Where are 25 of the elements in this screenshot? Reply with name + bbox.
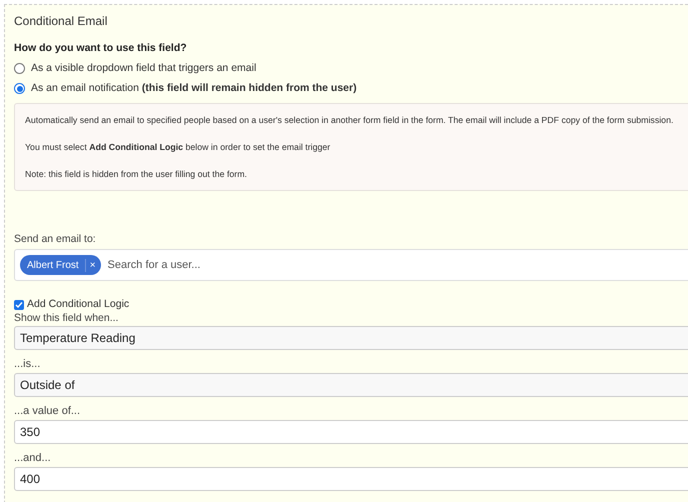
dropdown-field[interactable]: Outside of xyxy=(14,373,688,397)
info-text: You must select Add Conditional Logic below in order to set the email trigger xyxy=(25,141,332,153)
question-label: How do you want to use this field? xyxy=(14,42,188,55)
input-field[interactable]: 400 xyxy=(14,467,688,491)
checkbox[interactable] xyxy=(14,300,24,310)
tag-label: Albert Frost xyxy=(27,258,86,272)
field-label: ...is... xyxy=(14,358,42,371)
input-field[interactable]: 350 xyxy=(14,420,688,444)
field-label: ...and... xyxy=(14,452,52,465)
panel-title: Conditional Email xyxy=(14,15,108,28)
recipient-field[interactable]: Albert Frost × Search for a user... xyxy=(14,249,688,281)
option-label: As a visible dropdown field that triggers an email xyxy=(31,62,256,75)
radio-button[interactable] xyxy=(14,83,25,94)
check-icon xyxy=(15,300,23,308)
field-label: Show this field when... xyxy=(14,312,120,325)
info-text: Automatically send an email to specified people based on a user's selection in another form field in the form. The email will include a PDF copy of the form submission. xyxy=(25,114,674,126)
radio-button[interactable] xyxy=(14,63,25,74)
info-text: Note: this field is hidden from the user filling out the form. xyxy=(25,168,248,180)
remove-tag-button[interactable]: × xyxy=(86,258,96,272)
option-label: As an email notification (this field will remain hidden from the user) xyxy=(31,82,357,95)
user-search-field[interactable]: Search for a user... xyxy=(108,258,688,272)
checkbox-label: Add Conditional Logic xyxy=(27,298,130,311)
field-label: ...a value of... xyxy=(14,405,82,418)
field-label: Send an email to: xyxy=(14,233,97,246)
dropdown-field[interactable]: Temperature Reading xyxy=(14,326,688,350)
